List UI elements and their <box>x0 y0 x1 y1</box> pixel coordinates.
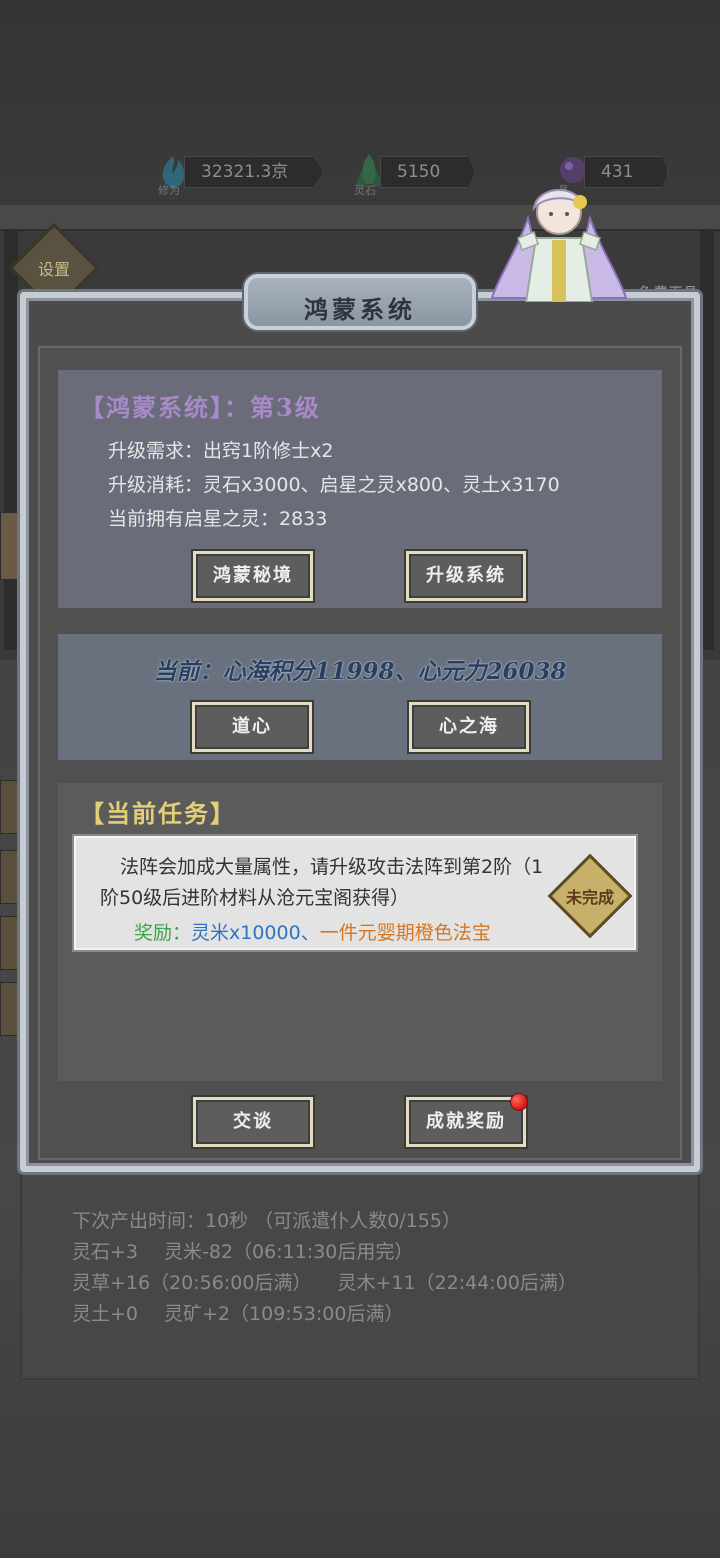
notification-dot <box>510 1093 528 1111</box>
reward-item-treasure: 一件元婴期橙色法宝 <box>319 922 491 944</box>
owned-star-spirit: 当前拥有启星之灵：2833 <box>108 508 328 530</box>
upgrade-cost: 升级消耗：灵石x3000、启星之灵x800、灵土x3170 <box>108 474 560 496</box>
status-spirit-rice: 灵米-82（06:11:30后用完） <box>164 1241 414 1263</box>
status-spirit-wood: 灵木+11（22:44:00后满） <box>337 1272 577 1294</box>
spirit-stone-value: 5150 <box>380 156 476 188</box>
reward-label: 奖励： <box>134 922 192 944</box>
next-output-time: 下次产出时间：10秒 （可派遣仆人数0/155） <box>72 1210 461 1232</box>
production-status: 下次产出时间：10秒 （可派遣仆人数0/155） 灵石+3 灵米-82（06:1… <box>72 1206 603 1330</box>
current-task-heading: 【当前任务】 <box>80 799 236 828</box>
side-tab-3[interactable] <box>0 916 22 970</box>
heart-sea-button[interactable]: 心之海 <box>409 702 529 752</box>
building-pillar-left <box>4 230 18 650</box>
side-avatar-tab[interactable] <box>0 512 22 580</box>
task-status-label: 未完成 <box>565 888 614 907</box>
status-spirit-soil: 灵土+0 <box>72 1303 139 1325</box>
building-pillar-right <box>700 230 714 650</box>
side-tab-2[interactable] <box>0 850 22 904</box>
settings-label[interactable]: 设置 <box>30 256 78 280</box>
upgrade-requirement: 升级需求：出窍1阶修士x2 <box>108 440 334 462</box>
task-reward: 奖励：灵米x10000、一件元婴期橙色法宝 <box>134 918 491 945</box>
character-portrait <box>488 178 630 303</box>
upgrade-system-button[interactable]: 升级系统 <box>406 551 526 601</box>
cultivation-label: 修为 <box>158 184 180 197</box>
chat-button[interactable]: 交谈 <box>193 1097 313 1147</box>
cultivation-resource[interactable]: 修为 32321.3京 <box>156 152 324 197</box>
reward-item-rice: 灵米x10000、 <box>191 922 320 944</box>
task-description: 法阵会加成大量属性，请升级攻击法阵到第2阶（1阶50级后进阶材料从沧元宝阁获得） <box>100 856 544 909</box>
status-spirit-stone: 灵石+3 <box>72 1241 139 1263</box>
system-level-heading: 【鸿蒙系统】：第3级 <box>80 393 321 422</box>
status-spirit-ore: 灵矿+2（109:53:00后满） <box>164 1303 404 1325</box>
status-spirit-herb: 灵草+16（20:56:00后满） <box>72 1272 312 1294</box>
modal-title: 鸿蒙系统 <box>304 295 416 324</box>
side-tab-4[interactable] <box>0 982 22 1036</box>
cultivation-value: 32321.3京 <box>184 156 324 188</box>
secret-realm-button[interactable]: 鸿蒙秘境 <box>193 551 313 601</box>
spirit-stone-resource[interactable]: 灵石 5150 <box>352 152 476 197</box>
spirit-stone-label: 灵石 <box>354 184 376 197</box>
heart-sea-score: 当前：心海积分11998、心元力26038 <box>153 658 567 685</box>
achievement-reward-button[interactable]: 成就奖励 <box>406 1097 526 1147</box>
modal-title-plaque: 鸿蒙系统 <box>244 274 476 330</box>
dao-heart-button[interactable]: 道心 <box>192 702 312 752</box>
side-tab-1[interactable] <box>0 780 22 834</box>
